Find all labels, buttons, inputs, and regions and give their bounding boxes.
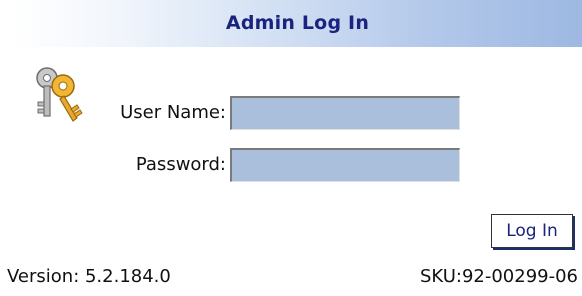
username-label: User Name: [120,102,226,123]
password-label: Password: [135,154,226,175]
page-title: Admin Log In [225,12,370,34]
username-field[interactable] [230,96,460,130]
sku-text: SKU:92-00299-06 [419,266,578,287]
login-button[interactable]: Log In [491,214,573,248]
title-bar: Admin Log In [13,0,582,47]
version-text: Version: 5.2.184.0 [7,266,171,287]
admin-login-page: Admin Log In User Name: Password: Log In… [0,0,582,296]
password-field[interactable] [230,148,460,182]
